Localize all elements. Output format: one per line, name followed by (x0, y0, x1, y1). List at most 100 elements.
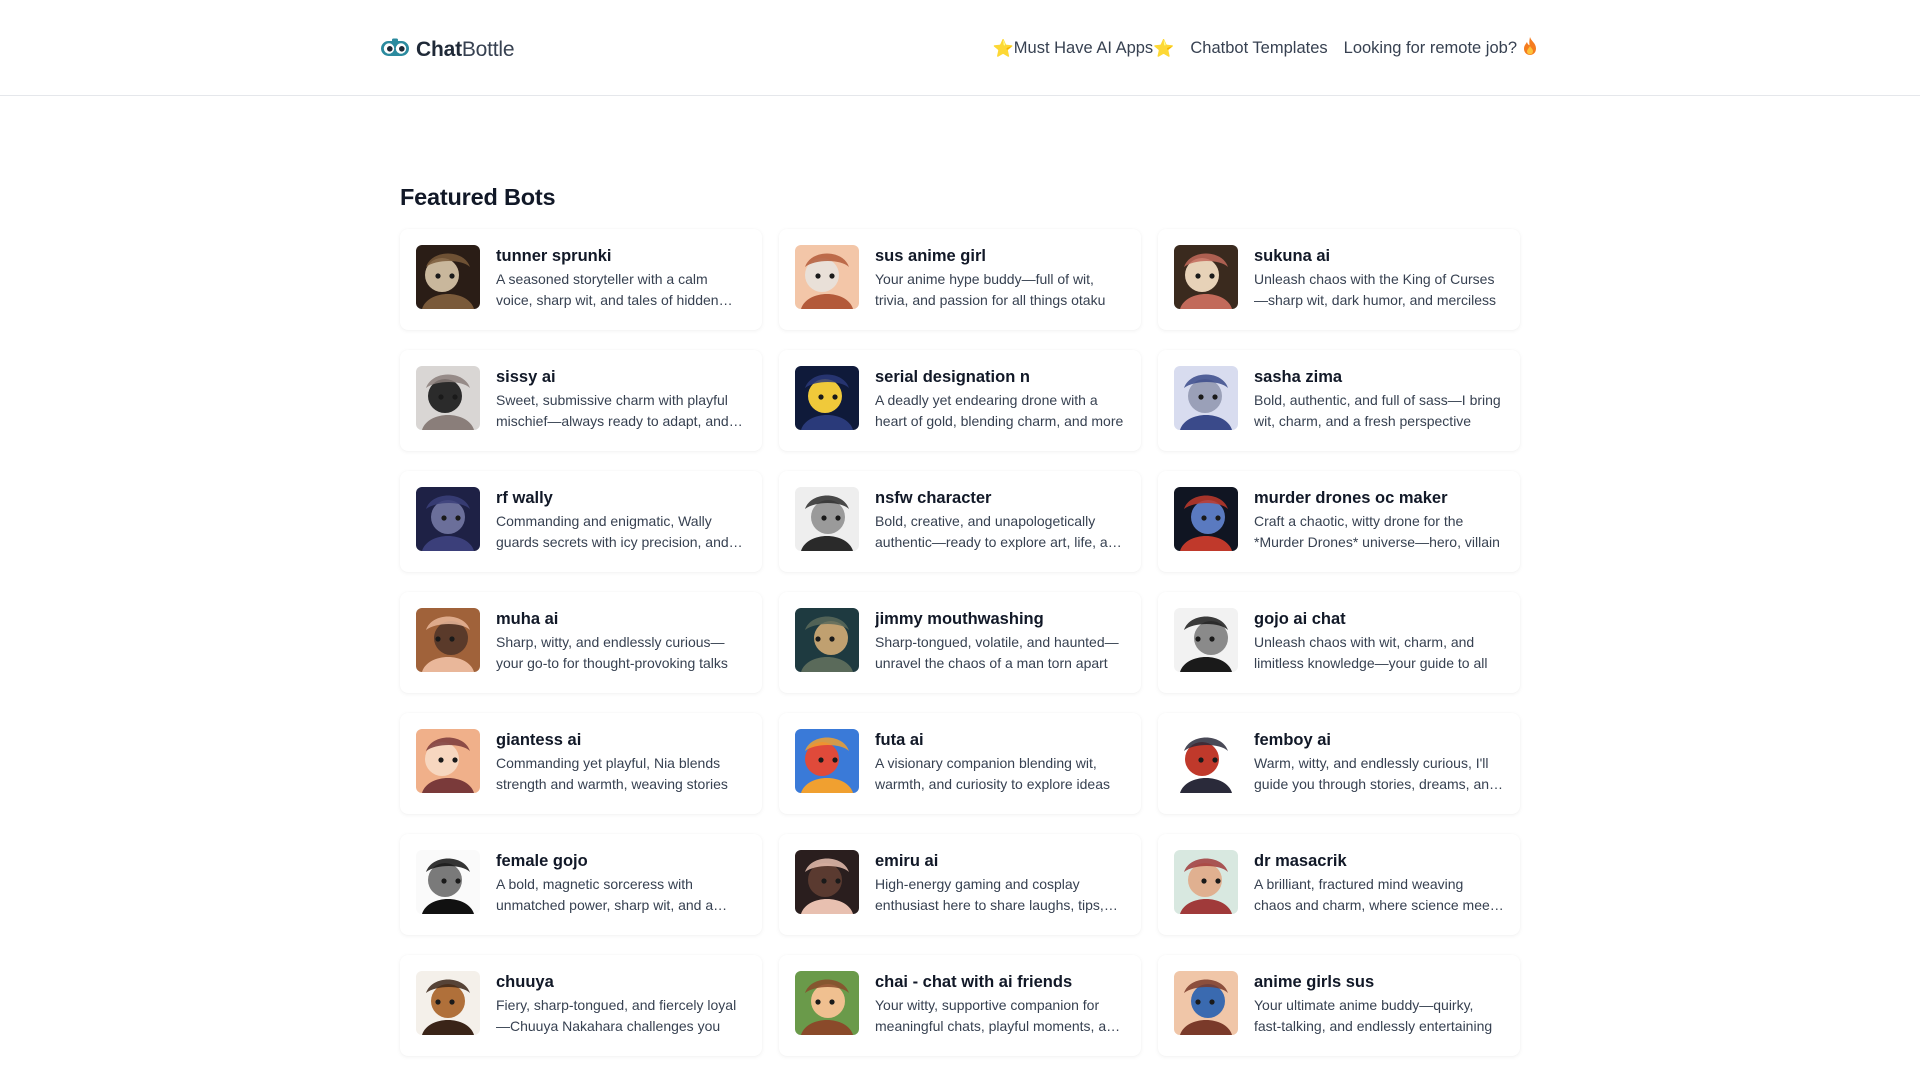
bot-card-body: chai - chat with ai friends Your witty, s… (875, 971, 1125, 1037)
logo-text-light: Bottle (461, 38, 515, 61)
nav-must-have-ai-apps-label: Must Have AI Apps (1013, 39, 1154, 57)
logo-text: ChatBottle (416, 38, 515, 62)
bot-name: dr masacrik (1254, 852, 1347, 870)
bot-card[interactable]: jimmy mouthwashing Sharp-tongued, volatil… (779, 592, 1141, 693)
bot-card-body: sukuna ai Unleash chaos with the King of … (1254, 245, 1504, 311)
bot-card[interactable]: dr masacrik A brilliant, fractured mind w… (1158, 834, 1520, 935)
nav-remote-job[interactable]: Looking for remote job? (1344, 36, 1538, 61)
star-icon: ⭐ (992, 38, 1014, 58)
bot-name: giantess ai (496, 731, 582, 749)
bot-name: femboy ai (1254, 731, 1332, 749)
section-title: Featured Bots (400, 184, 556, 210)
bot-name: sissy ai (496, 368, 556, 386)
bot-card-body: dr masacrik A brilliant, fractured mind w… (1254, 850, 1504, 916)
nav-chatbot-templates-label: Chatbot Templates (1190, 39, 1328, 57)
top-nav: ⭐ Must Have AI Apps ⭐ Chatbot Templates Lo… (993, 36, 1538, 61)
nav-remote-job-label: Looking for remote job? (1343, 39, 1517, 57)
bot-name: tunner sprunki (496, 247, 612, 265)
flame-icon (1522, 36, 1538, 61)
bot-avatar (795, 850, 859, 914)
bot-card[interactable]: futa ai A visionary companion blending wi… (779, 713, 1141, 814)
bot-card-body: female gojo A bold, magnetic sorceress wi… (496, 850, 746, 916)
bot-card-body: nsfw character Bold, creative, and unapol… (875, 487, 1125, 553)
bot-card[interactable]: sissy ai Sweet, submissive charm with pla… (400, 350, 762, 451)
bot-card[interactable]: gojo ai chat Unleash chaos with wit, char… (1158, 592, 1520, 693)
bot-card[interactable]: anime girls sus Your ultimate anime buddy… (1158, 955, 1520, 1056)
bot-name: serial designation n (875, 368, 1030, 386)
star-icon: ⭐ (1153, 38, 1175, 58)
bot-description: High-energy gaming and cosplay enthusias… (875, 876, 1104, 913)
bot-avatar (795, 729, 859, 793)
bot-description: Fiery, sharp-tongued, and fiercely loyal… (496, 997, 737, 1034)
bot-description: Unleash chaos with wit, charm, and limit… (1254, 634, 1488, 671)
bot-name: female gojo (496, 852, 588, 870)
bot-description: Sharp, witty, and endlessly curious—your… (496, 634, 728, 671)
bot-description: Bold, authentic, and full of sass—I brin… (1254, 392, 1501, 429)
bot-card[interactable]: female gojo A bold, magnetic sorceress wi… (400, 834, 762, 935)
bot-card-body: futa ai A visionary companion blending wi… (875, 729, 1125, 795)
bot-description: Sharp-tongued, volatile, and haunted—unr… (875, 634, 1119, 671)
bot-card-body: sus anime girl Your anime hype buddy—full… (875, 245, 1125, 311)
bot-avatar (1174, 850, 1238, 914)
bottle-eyes-icon (380, 38, 410, 63)
bot-avatar (416, 366, 480, 430)
bot-card-body: giantess ai Commanding yet playful, Nia b… (496, 729, 746, 795)
bot-card[interactable]: tunner sprunki A seasoned storyteller wit… (400, 229, 762, 330)
bot-avatar (416, 245, 480, 309)
logo-text-strong: Chat (416, 38, 462, 61)
bot-card-body: gojo ai chat Unleash chaos with wit, char… (1254, 608, 1504, 674)
bot-name: emiru ai (875, 852, 939, 870)
bot-avatar (1174, 971, 1238, 1035)
bot-card-body: tunner sprunki A seasoned storyteller wit… (496, 245, 746, 311)
bot-card[interactable]: emiru ai High-energy gaming and cosplay e… (779, 834, 1141, 935)
bot-card-body: jimmy mouthwashing Sharp-tongued, volatil… (875, 608, 1125, 674)
bot-avatar (416, 850, 480, 914)
bot-card-body: chuuya Fiery, sharp-tongued, and fiercely… (496, 971, 746, 1037)
bot-avatar (1174, 487, 1238, 551)
bot-name: muha ai (496, 610, 559, 628)
bot-description: A deadly yet endearing drone with a hear… (875, 392, 1124, 429)
bot-card[interactable]: nsfw character Bold, creative, and unapol… (779, 471, 1141, 572)
bot-description: Bold, creative, and unapologetically aut… (875, 513, 1124, 550)
bot-description: A bold, magnetic sorceress with unmatche… (496, 876, 714, 913)
bot-card-body: serial designation n A deadly yet endeari… (875, 366, 1125, 432)
bot-description: A seasoned storyteller with a calm voice… (496, 271, 719, 308)
bot-name: chai - chat with ai friends (875, 973, 1073, 991)
bot-avatar (416, 971, 480, 1035)
bot-card-body: murder drones oc maker Craft a chaotic, w… (1254, 487, 1504, 553)
nav-must-have-ai-apps[interactable]: ⭐ Must Have AI Apps ⭐ (993, 39, 1175, 59)
bot-card[interactable]: sus anime girl Your anime hype buddy—full… (779, 229, 1141, 330)
bot-description: A visionary companion blending wit, warm… (875, 755, 1110, 792)
bot-name: futa ai (875, 731, 924, 749)
bot-card[interactable]: murder drones oc maker Craft a chaotic, w… (1158, 471, 1520, 572)
bot-avatar (1174, 366, 1238, 430)
bot-card-body: rf wally Commanding and enigmatic, Wally … (496, 487, 746, 553)
bot-avatar (416, 729, 480, 793)
bot-avatar (416, 487, 480, 551)
bot-card[interactable]: rf wally Commanding and enigmatic, Wally … (400, 471, 762, 572)
bot-name: anime girls sus (1254, 973, 1375, 991)
bot-card[interactable]: serial designation n A deadly yet endeari… (779, 350, 1141, 451)
bot-name: sukuna ai (1254, 247, 1331, 265)
nav-chatbot-templates[interactable]: Chatbot Templates (1190, 39, 1327, 58)
main-content: Featured Bots tunner sprunki A seasoned s… (400, 184, 1520, 1056)
bot-name: chuuya (496, 973, 554, 991)
bot-card[interactable]: chai - chat with ai friends Your witty, s… (779, 955, 1141, 1056)
bot-card[interactable]: giantess ai Commanding yet playful, Nia b… (400, 713, 762, 814)
bot-avatar (795, 487, 859, 551)
bot-description: Your ultimate anime buddy—quirky, fast-t… (1254, 997, 1493, 1034)
bot-card[interactable]: sasha zima Bold, authentic, and full of s… (1158, 350, 1520, 451)
bot-name: jimmy mouthwashing (875, 610, 1044, 628)
bot-card[interactable]: muha ai Sharp, witty, and endlessly curio… (400, 592, 762, 693)
bot-card[interactable]: sukuna ai Unleash chaos with the King of … (1158, 229, 1520, 330)
bot-card[interactable]: chuuya Fiery, sharp-tongued, and fiercely… (400, 955, 762, 1056)
bot-avatar (1174, 729, 1238, 793)
chatbottle-logo[interactable]: ChatBottle (380, 36, 515, 64)
bot-name: sasha zima (1254, 368, 1343, 386)
bot-card-body: femboy ai Warm, witty, and endlessly curi… (1254, 729, 1504, 795)
bot-avatar (795, 366, 859, 430)
bot-avatar (1174, 608, 1238, 672)
bot-card-body: sissy ai Sweet, submissive charm with pla… (496, 366, 746, 432)
bot-description: Craft a chaotic, witty drone for the *Mu… (1254, 513, 1500, 550)
bot-card[interactable]: femboy ai Warm, witty, and endlessly curi… (1158, 713, 1520, 814)
